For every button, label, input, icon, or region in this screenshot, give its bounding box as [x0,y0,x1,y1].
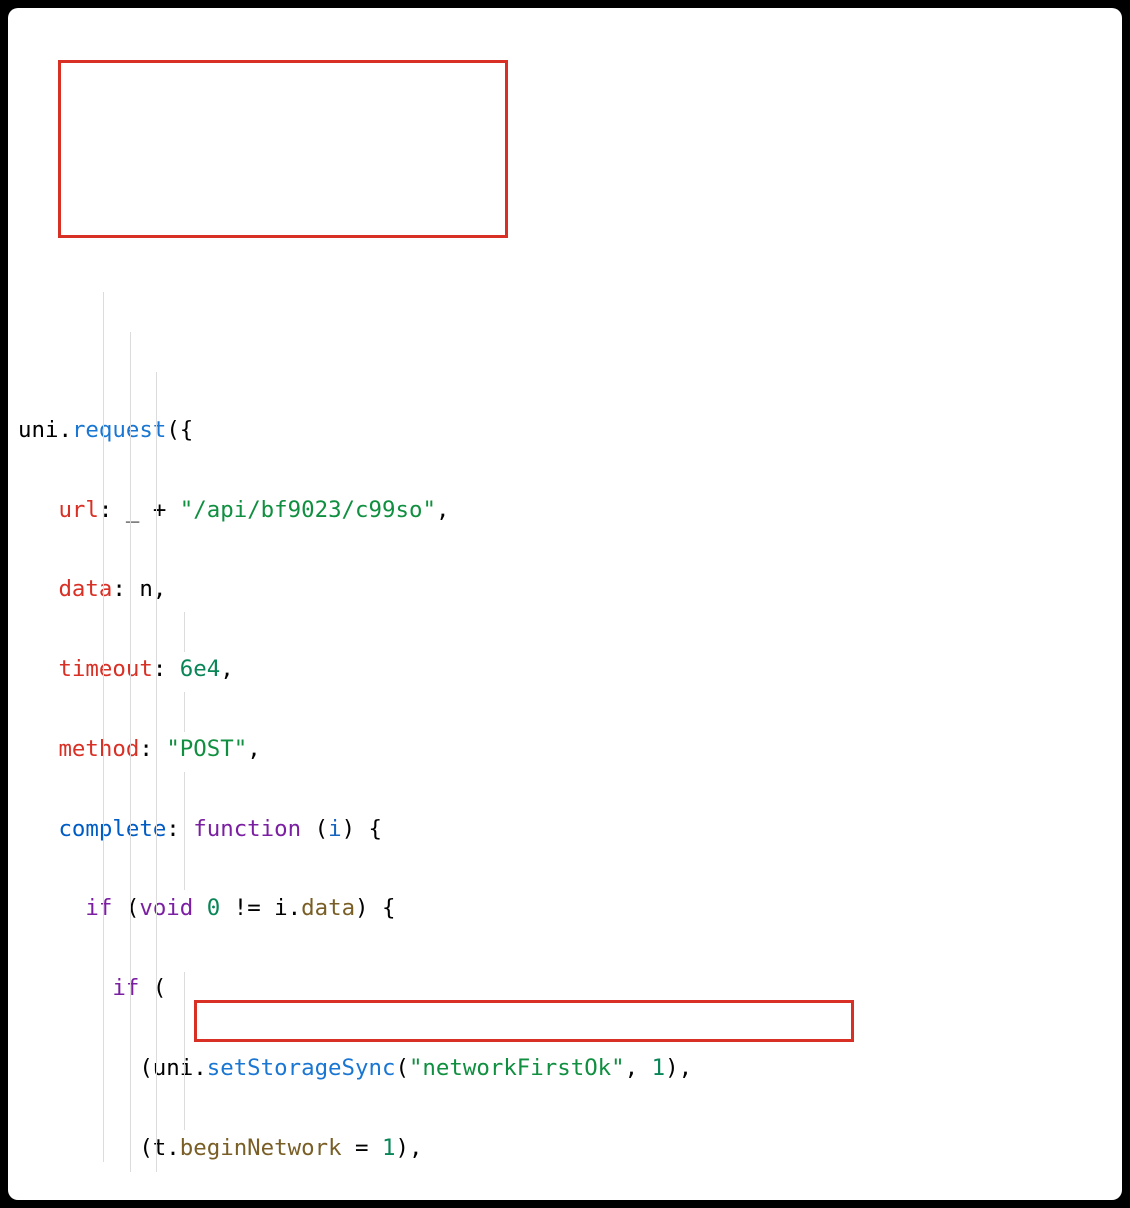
code-window: uni.request({ url: _ + "/api/bf9023/c99s… [8,8,1122,1200]
code-line: complete: function (i) { [18,810,1112,850]
code-line: (uni.setStorageSync("networkFirstOk", 1)… [18,1049,1112,1089]
code-line: method: "POST", [18,730,1112,770]
code-line: if (void 0 != i.data) { [18,889,1112,929]
code-line: url: _ + "/api/bf9023/c99so", [18,491,1112,531]
code-block: uni.request({ url: _ + "/api/bf9023/c99s… [18,12,1112,1200]
code-line: timeout: 6e4, [18,650,1112,690]
code-line: if ( [18,969,1112,1009]
code-line: data: n, [18,570,1112,610]
code-line: uni.request({ [18,411,1112,451]
code-line: (t.beginNetwork = 1), [18,1129,1112,1169]
